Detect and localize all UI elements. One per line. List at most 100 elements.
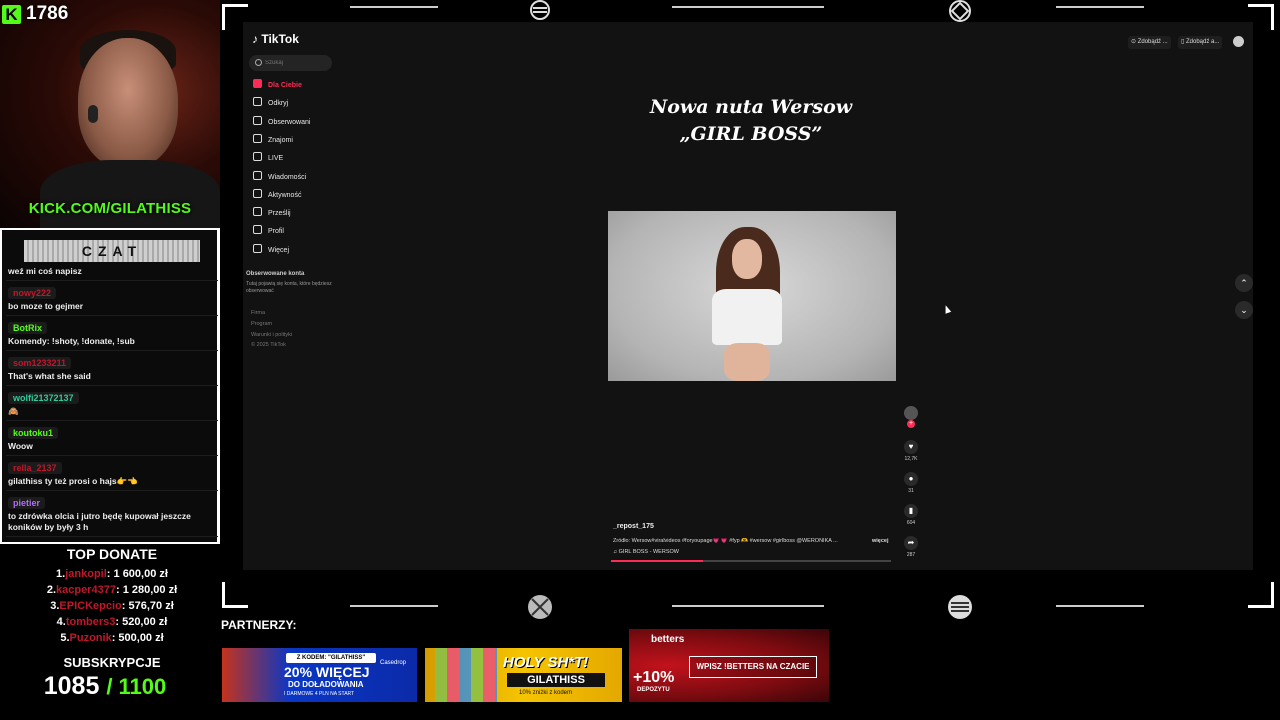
video-headline: Nowa nuta Wersow „GIRL BOSS” [623,94,879,148]
sidebar-item-live[interactable]: LIVE [253,152,283,164]
sidebar-item-more[interactable]: Więcej [253,243,289,256]
video-action-bar: + ♥ 12,7K ● 31 ▮ 604 ➦ 287 [900,406,922,566]
kick-url: KICK.COM/GILATHISS [28,200,192,217]
video-progress-bar[interactable] [611,560,891,562]
frame-line [350,6,438,8]
like-count: 12,7K [904,456,918,462]
sidebar-item-activity[interactable]: Aktywność [253,188,302,201]
footer-link-program[interactable]: Program [251,321,272,327]
activity-icon [253,188,262,198]
holy-code: GILATHISS [507,673,605,687]
chat-username[interactable]: BotRix [8,322,47,334]
frame-line [672,6,824,8]
donate-name: tombers3 [65,616,116,628]
get-app-button[interactable]: ▯ Zdobądź a... [1178,36,1223,49]
chat-username[interactable]: wolfi21372137 [8,392,79,404]
chat-username[interactable]: pietier [8,497,46,509]
video-person-body [724,343,770,381]
holy-sub: 10% zniżki z kodem [519,690,573,696]
follow-plus-icon[interactable]: + [907,420,915,428]
donate-row: 1.jankopil: 1 600,00 zł [0,568,224,580]
chat-username[interactable]: nowy222 [8,287,57,299]
creator-avatar[interactable] [904,406,918,420]
donate-row: 2.kacper4377: 1 280,00 zł [0,584,224,596]
betters-banner[interactable]: betters +10% DEPOZYTU WPISZ !BETTERS NA … [629,629,829,702]
chat-text: 🙈 [8,406,19,416]
footer-link-terms[interactable]: Warunki i polityki [251,332,292,338]
video-music[interactable]: ♫ GIRL BOSS - WERSOW [613,549,679,555]
donate-rank: 5. [60,632,70,644]
casedrop-banner[interactable]: Z KODEM: "GILATHISS" 20% WIĘCEJ DO DOŁAD… [222,648,417,702]
donate-name: Puzonik [69,632,112,644]
messages-icon [253,170,262,180]
chat-text: to zdrówka olcia i jutro będę kupował je… [8,511,191,532]
footer-link-company[interactable]: Firma [251,310,265,316]
chat-text: weź mi coś napisz [8,266,82,276]
frame-line [350,605,438,607]
comment-count: 31 [908,488,914,494]
chat-message: som1233211 That's what she said [6,351,218,386]
more-button[interactable]: więcej [872,538,889,544]
donate-amount: : 520,00 zł [115,616,168,628]
donate-rank: 1. [56,568,66,580]
user-avatar[interactable] [1233,36,1244,47]
chat-username[interactable]: rella_2137 [8,462,62,474]
betters-cta: WPISZ !BETTERS NA CZACIE [689,656,817,678]
share-arrow-icon[interactable]: ➦ [904,536,918,550]
donate-row: 3.EPICKepcio: 576,70 zł [0,600,224,612]
chat-message: BotRix Komendy: !shoty, !donate, !sub [6,316,218,351]
donate-name: kacper4377 [56,584,116,596]
frame-line [672,605,824,607]
next-video-chevron-down-icon[interactable]: ⌄ [1235,301,1253,319]
sidebar-item-label: Wiadomości [268,173,307,181]
video-username[interactable]: _repost_175 [613,523,654,530]
tiktok-browser-window: ♪ TikTok Dla Ciebie Odkryj Obserwowani Znaj… [243,22,1253,570]
get-app-label: Zdobądź a... [1185,39,1220,45]
chat-username[interactable]: koutoku1 [8,427,59,439]
donate-rank: 4. [56,616,66,628]
earphone [88,105,98,123]
sidebar-item-following[interactable]: Obserwowani [253,115,310,128]
chat-message: wolfi21372137 🙈 [6,386,218,421]
donate-amount: : 500,00 zł [111,632,164,644]
sponsor-logo-icon [947,594,973,620]
partners-label: PARTNERZY: [221,618,297,632]
sidebar-item-profile[interactable]: Profil [253,225,284,237]
followed-accounts-title: Obserwowane konta [246,271,305,277]
sidebar-item-label: Aktywność [268,191,302,199]
sidebar-item-home[interactable]: Dla Ciebie [253,79,302,91]
frame-line [1056,6,1144,8]
save-count: 604 [906,520,916,526]
previous-video-chevron-up-icon[interactable]: ⌃ [1235,274,1253,292]
tiktok-logo[interactable]: ♪ TikTok [252,32,299,46]
bookmark-icon[interactable]: ▮ [904,504,918,518]
chat-username[interactable]: som1233211 [8,357,72,369]
subs-goal: / 1100 [106,674,167,699]
chat-message: pietier to zdrówka olcia i jutro będę kup… [6,491,218,537]
like-heart-icon[interactable]: ♥ [904,440,918,454]
sidebar-item-label: Prześlij [268,210,291,218]
subs-counter: 1085 / 1100 [0,672,210,701]
sidebar-item-messages[interactable]: Wiadomości [253,170,307,183]
sidebar-item-compass[interactable]: Odkryj [253,97,288,109]
chat-text: That's what she said [8,371,91,381]
video-player[interactable] [608,211,896,381]
product-cans-image [435,648,497,702]
get-coins-button[interactable]: ⊙ Zdobądź ... [1128,36,1171,49]
streamer-face [78,38,178,168]
chat-title: CZAT [24,240,200,262]
sponsor-logo-icon [528,0,552,20]
casedrop-line3: I DARMOWE 4 PLN NA START [284,691,355,697]
chat-panel: CZAT weź mi coś napisz nowy222 bo moze to … [0,228,220,544]
sidebar-item-upload[interactable]: Prześlij [253,207,291,219]
sidebar-item-label: Dla Ciebie [268,82,302,89]
chat-text: gilathiss ty też prosi o hajs👉👈 [8,476,138,486]
chat-message: rella_2137 gilathiss ty też prosi o hajs👉… [6,456,218,491]
chat-list: weź mi coś napisz nowy222 bo moze to gejme… [6,264,218,537]
share-count: 287 [906,552,916,558]
comment-icon[interactable]: ● [904,472,918,486]
coin-icon: ⊙ [1131,39,1137,45]
subs-title: SUBSKRYPCJE [63,655,161,670]
sidebar-item-friends[interactable]: Znajomi [253,133,293,146]
holy-banner[interactable]: HOLY SH*T! GILATHISS 10% zniżki z kodem [425,648,622,702]
